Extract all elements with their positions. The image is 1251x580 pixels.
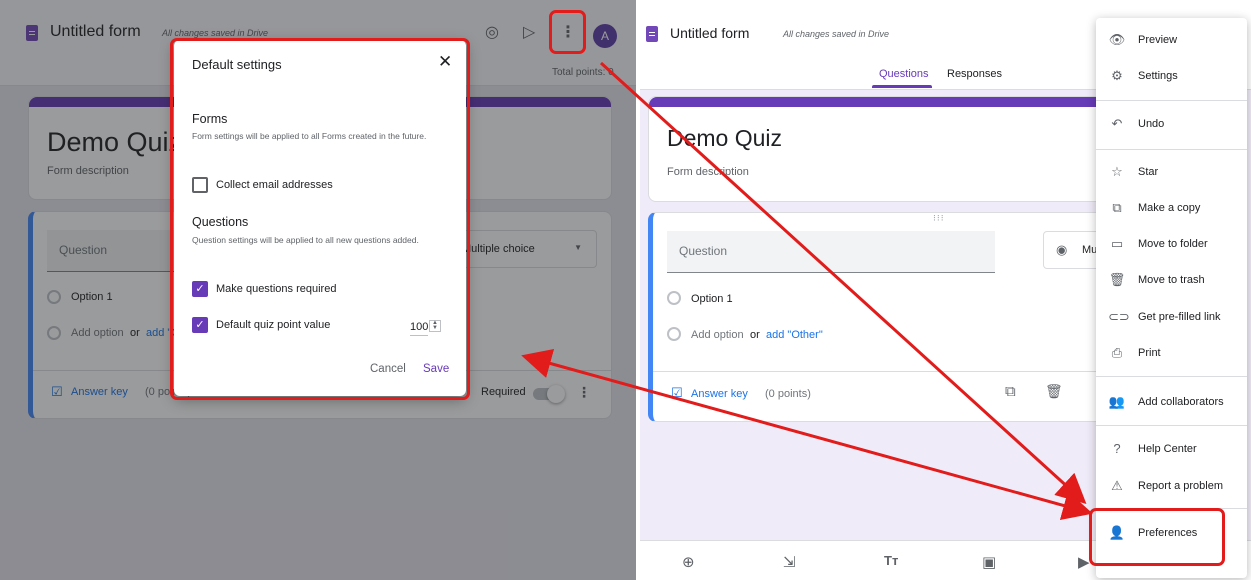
preferences-highlight	[1089, 508, 1225, 566]
form-description[interactable]: Form description	[667, 166, 749, 178]
feedback-icon: ⚠	[1111, 478, 1123, 493]
menu-item-label: Add collaborators	[1138, 396, 1224, 408]
star-icon: ☆	[1111, 164, 1123, 179]
more-button-highlight	[549, 10, 586, 54]
printer-icon: ⎙	[1111, 345, 1123, 360]
menu-item-label: Report a problem	[1138, 480, 1223, 492]
points-label: (0 points)	[765, 388, 811, 400]
menu-item-print[interactable]: ⎙ Print	[1096, 338, 1247, 370]
add-other-link[interactable]: add "Other"	[766, 329, 823, 341]
quiz-title[interactable]: Demo Quiz	[667, 125, 782, 152]
undo-icon: ↶	[1111, 116, 1123, 131]
trash-icon: 🗑	[1108, 272, 1126, 287]
drag-handle-icon[interactable]: ⁝⁝⁝	[933, 213, 945, 224]
help-icon: ?	[1113, 441, 1121, 456]
tab-responses[interactable]: Responses	[947, 68, 1002, 80]
menu-item-move-to-folder[interactable]: ▭ Move to folder	[1096, 229, 1247, 261]
menu-item-make-copy[interactable]: ⧉ Make a copy	[1096, 193, 1247, 225]
question-input[interactable]: Question	[667, 231, 995, 273]
add-video-icon[interactable]: ▶	[1078, 553, 1090, 571]
menu-item-label: Undo	[1138, 118, 1165, 130]
form-title[interactable]: Untitled form	[670, 25, 749, 41]
title-card: Demo Quiz Form description	[648, 96, 1148, 202]
add-people-icon: 👥	[1108, 394, 1126, 409]
menu-item-settings[interactable]: ⚙ Settings	[1096, 61, 1247, 93]
menu-item-help-center[interactable]: ? Help Center	[1096, 434, 1247, 466]
menu-item-move-to-trash[interactable]: 🗑 Move to trash	[1096, 265, 1247, 297]
duplicate-icon[interactable]: ⧉	[1005, 383, 1016, 400]
add-title-icon[interactable]: Tт	[884, 553, 898, 568]
menu-item-add-collaborators[interactable]: 👥 Add collaborators	[1096, 387, 1247, 419]
menu-item-label: Make a copy	[1138, 202, 1201, 214]
option-1[interactable]: Option 1	[691, 293, 733, 305]
eye-icon: 👁	[1108, 32, 1126, 47]
forms-doc-icon	[646, 26, 658, 42]
question-type-label: Mu	[1082, 244, 1098, 256]
menu-item-label: Help Center	[1138, 443, 1197, 455]
active-tab-indicator	[872, 85, 932, 88]
link-icon: ⊂⊃	[1108, 309, 1130, 324]
option-radio	[667, 291, 681, 305]
add-image-icon[interactable]: ▣	[982, 553, 996, 571]
trash-icon[interactable]: 🗑	[1045, 383, 1063, 400]
copy-icon: ⧉	[1112, 200, 1122, 215]
menu-item-star[interactable]: ☆ Star	[1096, 157, 1247, 189]
folder-icon: ▭	[1110, 236, 1124, 251]
menu-item-label: Settings	[1138, 70, 1178, 82]
menu-item-label: Preview	[1138, 34, 1178, 46]
menu-item-prefilled-link[interactable]: ⊂⊃ Get pre-filled link	[1096, 302, 1247, 334]
import-questions-icon[interactable]: ⇲	[783, 553, 796, 571]
radio-type-icon: ◉	[1056, 242, 1068, 257]
menu-item-undo[interactable]: ↶ Undo	[1096, 109, 1247, 141]
add-option-radio	[667, 327, 681, 341]
or-text: or	[750, 329, 760, 341]
tab-questions[interactable]: Questions	[879, 68, 929, 80]
menu-item-label: Star	[1138, 166, 1159, 178]
saved-status: All changes saved in Drive	[783, 29, 890, 39]
answer-key-icon[interactable]: ☑	[671, 385, 683, 401]
add-option[interactable]: Add option	[691, 329, 744, 341]
more-options-menu: 👁 Preview ⚙ Settings ↶ Undo ☆ Star ⧉ Mak…	[1096, 18, 1247, 578]
menu-item-label: Move to trash	[1138, 274, 1205, 286]
gear-icon: ⚙	[1111, 68, 1123, 83]
menu-item-preview[interactable]: 👁 Preview	[1096, 25, 1247, 57]
menu-item-report-problem[interactable]: ⚠ Report a problem	[1096, 471, 1247, 503]
menu-item-label: Move to folder	[1138, 238, 1208, 250]
add-question-icon[interactable]: ⊕	[682, 553, 695, 571]
dialog-highlight	[170, 38, 470, 400]
question-card: ⁝⁝⁝ Question ◉ Mu Option 1 Add option or…	[648, 212, 1163, 422]
menu-item-label: Print	[1138, 347, 1161, 359]
answer-key-button[interactable]: Answer key	[691, 388, 748, 400]
menu-item-label: Get pre-filled link	[1138, 311, 1221, 323]
